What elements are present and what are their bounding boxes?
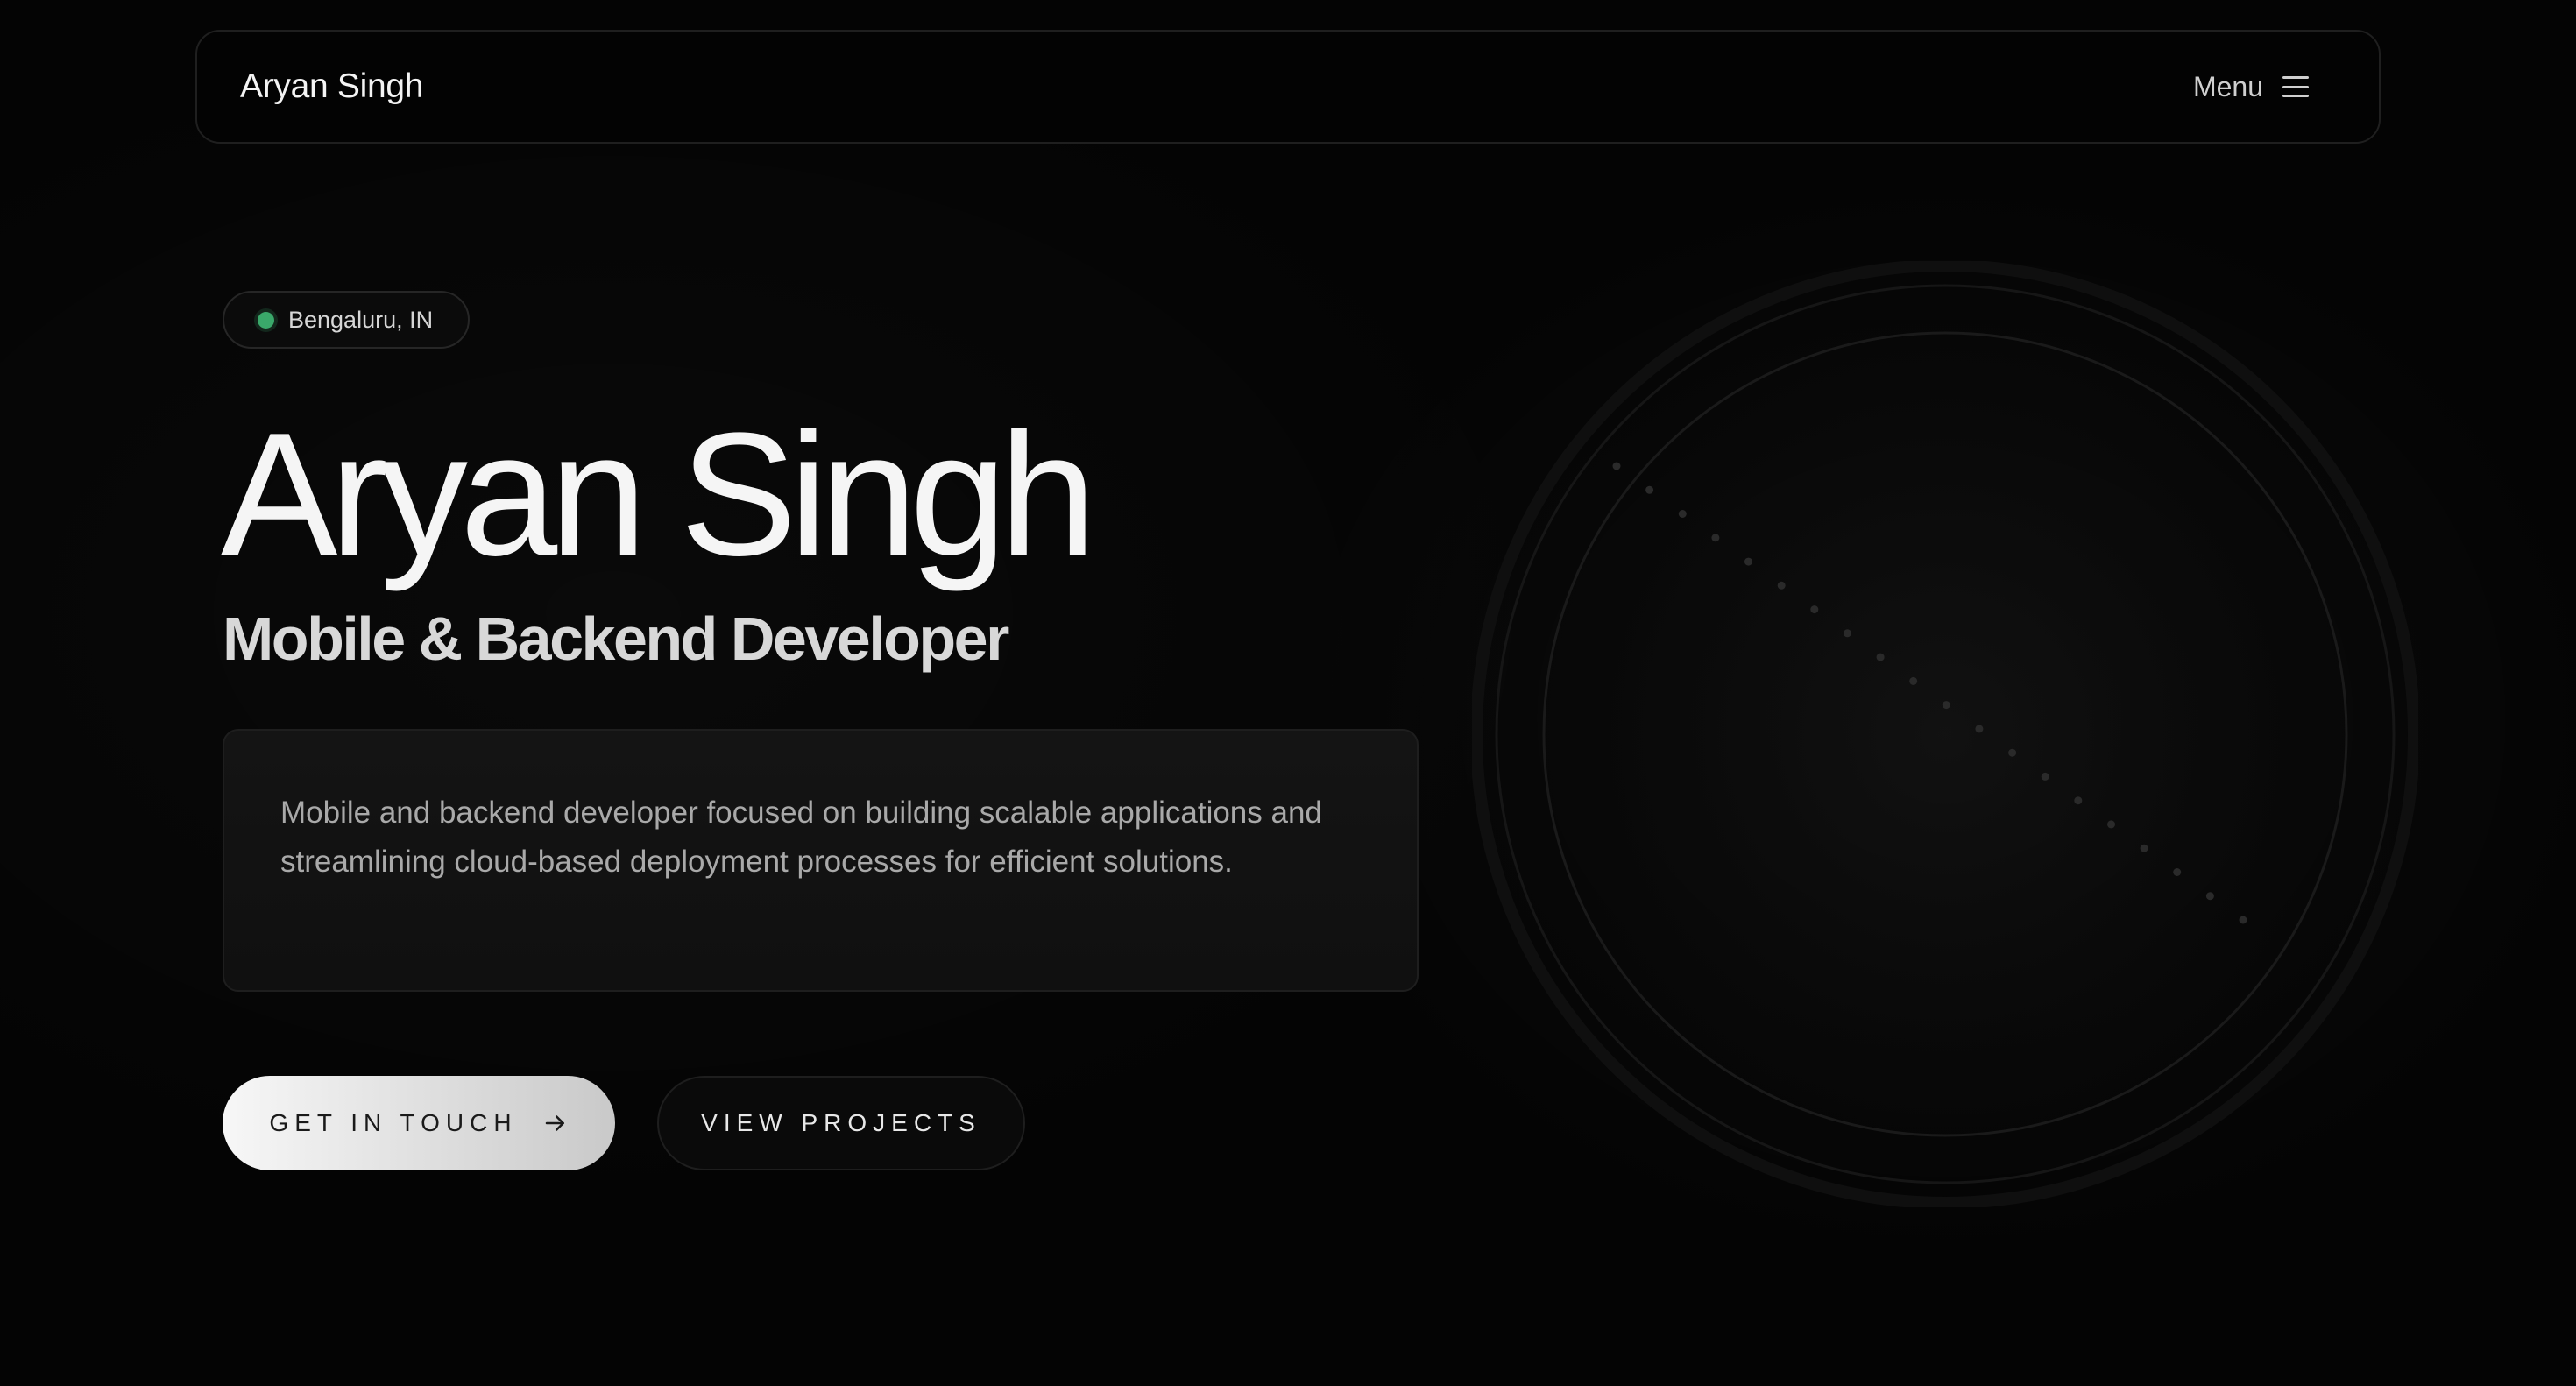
globe-dot xyxy=(1975,725,1984,733)
get-in-touch-button[interactable]: GET IN TOUCH xyxy=(223,1076,615,1170)
hamburger-icon xyxy=(2282,76,2309,97)
globe-dot xyxy=(1810,605,1819,614)
globe-dot xyxy=(1744,557,1752,566)
menu-button[interactable]: Menu xyxy=(2193,32,2309,142)
globe-dot xyxy=(1876,653,1885,661)
globe-dot xyxy=(1645,485,1654,494)
view-projects-label: VIEW PROJECTS xyxy=(701,1109,981,1136)
globe-dot xyxy=(1942,701,1950,710)
bio-card: Mobile and backend developer focused on … xyxy=(223,729,1419,992)
bio-text: Mobile and backend developer focused on … xyxy=(280,796,1322,879)
globe-dot xyxy=(1909,676,1918,685)
globe-dot xyxy=(2239,916,2247,924)
view-projects-button[interactable]: VIEW PROJECTS xyxy=(657,1076,1025,1170)
navbar: Aryan Singh Menu xyxy=(195,30,2381,144)
globe-dot xyxy=(1612,462,1621,470)
globe-dot xyxy=(2173,868,2182,876)
hero-name: Aryan Singh xyxy=(221,397,1097,592)
hero-role: Mobile & Backend Developer xyxy=(223,605,1009,673)
location-badge: Bengaluru, IN xyxy=(223,291,471,349)
globe-dot xyxy=(2008,748,2017,757)
globe-dot xyxy=(1711,534,1720,542)
globe-inner-circle xyxy=(1542,331,2348,1137)
brand-logo[interactable]: Aryan Singh xyxy=(240,32,423,142)
location-text: Bengaluru, IN xyxy=(288,306,434,333)
arrow-right-icon xyxy=(545,1115,564,1131)
globe-dot xyxy=(2041,772,2049,781)
get-in-touch-label: GET IN TOUCH xyxy=(269,1109,518,1136)
globe-dot xyxy=(2140,844,2148,852)
globe-dot xyxy=(1777,581,1786,590)
menu-label: Menu xyxy=(2192,70,2263,103)
status-dot-icon xyxy=(258,311,274,329)
globe-dot xyxy=(2205,892,2214,901)
globe-dot xyxy=(2074,796,2083,805)
globe-dot xyxy=(1678,510,1687,518)
globe-dot xyxy=(2107,820,2115,829)
globe-decoration xyxy=(1472,261,2418,1207)
globe-dot xyxy=(1843,629,1851,638)
